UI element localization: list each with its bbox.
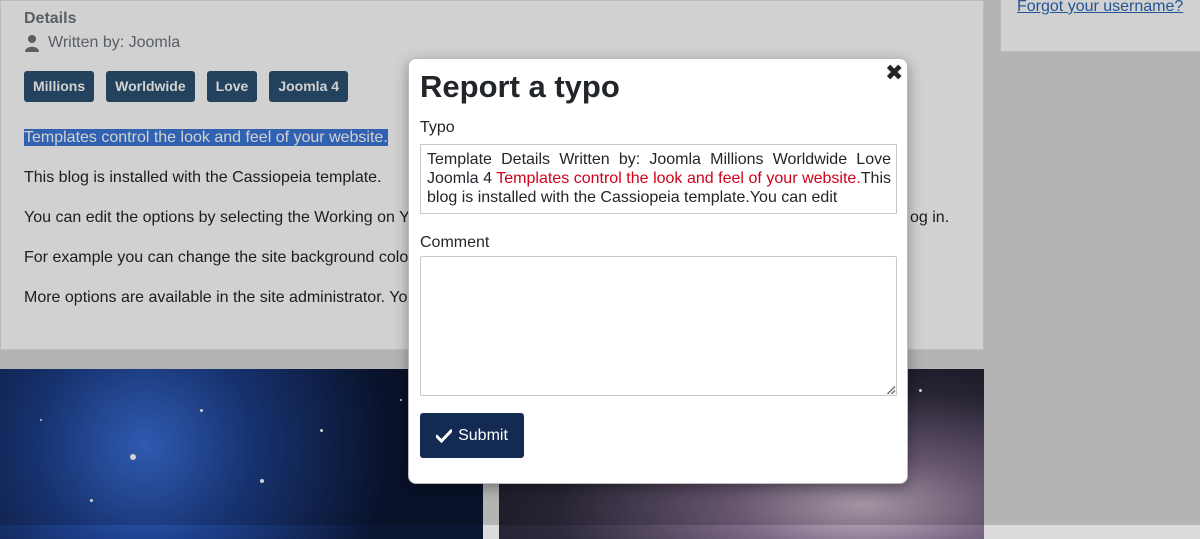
submit-button[interactable]: Submit [420,413,524,458]
resize-grip-icon[interactable] [885,384,895,394]
submit-label: Submit [458,426,508,444]
report-typo-dialog: Report a typo ✖ Typo Template Details Wr… [408,58,908,484]
comment-textarea[interactable] [420,256,897,396]
dialog-title: Report a typo [420,69,620,104]
typo-context-box: Template Details Written by: Joomla Mill… [420,144,897,214]
typo-highlight: Templates control the look and feel of y… [496,170,861,187]
close-icon[interactable]: ✖ [885,62,903,84]
typo-label: Typo [420,119,455,136]
check-icon [436,428,453,443]
comment-label: Comment [420,234,490,251]
